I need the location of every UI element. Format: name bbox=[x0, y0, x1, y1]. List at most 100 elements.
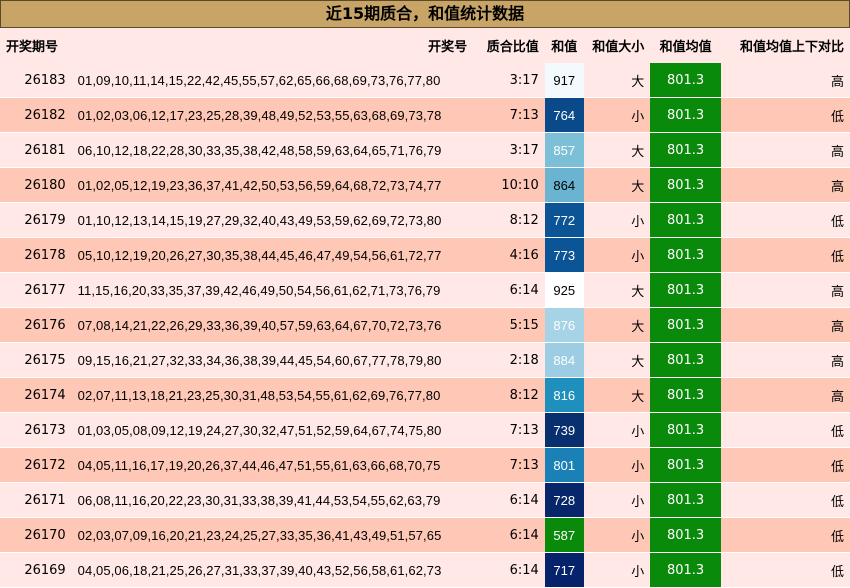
compare-cell: 高 bbox=[720, 377, 850, 413]
table-row: 26172 04,05,11,16,17,19,20,26,37,44,46,47… bbox=[0, 447, 850, 483]
ratio-cell: 7:13 bbox=[473, 97, 545, 133]
table-row: 26171 06,08,11,16,20,22,23,30,31,33,38,39… bbox=[0, 482, 850, 518]
table-row: 26174 02,07,11,13,18,21,23,25,30,31,48,53… bbox=[0, 377, 850, 413]
ratio-cell: 3:17 bbox=[473, 63, 545, 98]
header-average: 和值均值 bbox=[650, 28, 721, 63]
numbers-cell: 04,05,11,16,17,19,20,26,37,44,46,47,51,5… bbox=[71, 447, 474, 483]
compare-cell: 低 bbox=[720, 552, 850, 588]
sum-cell: 857 bbox=[544, 132, 584, 168]
numbers-cell: 02,03,07,09,16,20,21,23,24,25,27,33,35,3… bbox=[71, 517, 474, 553]
size-cell: 小 bbox=[583, 517, 651, 553]
compare-cell: 低 bbox=[720, 97, 850, 133]
issue-cell: 26180 bbox=[0, 167, 72, 203]
table-row: 26170 02,03,07,09,16,20,21,23,24,25,27,33… bbox=[0, 517, 850, 553]
size-cell: 小 bbox=[583, 482, 651, 518]
issue-cell: 26170 bbox=[0, 517, 72, 553]
numbers-cell: 02,07,11,13,18,21,23,25,30,31,48,53,54,5… bbox=[71, 377, 474, 413]
size-cell: 小 bbox=[583, 237, 651, 273]
table-row: 26175 09,15,16,21,27,32,33,34,36,38,39,44… bbox=[0, 342, 850, 378]
compare-cell: 高 bbox=[720, 342, 850, 378]
compare-cell: 高 bbox=[720, 63, 850, 98]
issue-cell: 26176 bbox=[0, 307, 72, 343]
header-size: 和值大小 bbox=[583, 28, 651, 63]
table-row: 26180 01,02,05,12,19,23,36,37,41,42,50,53… bbox=[0, 167, 850, 203]
average-cell: 801.3 bbox=[650, 272, 721, 308]
header-numbers: 开奖号 bbox=[71, 28, 474, 63]
compare-cell: 高 bbox=[720, 132, 850, 168]
table-row: 26183 01,09,10,11,14,15,22,42,45,55,57,62… bbox=[0, 63, 850, 98]
average-cell: 801.3 bbox=[650, 132, 721, 168]
compare-cell: 高 bbox=[720, 272, 850, 308]
sum-cell: 816 bbox=[544, 377, 584, 413]
average-cell: 801.3 bbox=[650, 237, 721, 273]
sum-cell: 773 bbox=[544, 237, 584, 273]
table-row: 26182 01,02,03,06,12,17,23,25,28,39,48,49… bbox=[0, 97, 850, 133]
ratio-cell: 5:15 bbox=[473, 307, 545, 343]
size-cell: 小 bbox=[583, 202, 651, 238]
compare-cell: 低 bbox=[720, 517, 850, 553]
issue-cell: 26171 bbox=[0, 482, 72, 518]
sum-cell: 717 bbox=[544, 552, 584, 588]
average-cell: 801.3 bbox=[650, 97, 721, 133]
numbers-cell: 06,10,12,18,22,28,30,33,35,38,42,48,58,5… bbox=[71, 132, 474, 168]
ratio-cell: 6:14 bbox=[473, 482, 545, 518]
table-row: 26169 04,05,06,18,21,25,26,27,31,33,37,39… bbox=[0, 552, 850, 588]
size-cell: 大 bbox=[583, 307, 651, 343]
compare-cell: 低 bbox=[720, 482, 850, 518]
average-cell: 801.3 bbox=[650, 307, 721, 343]
average-cell: 801.3 bbox=[650, 482, 721, 518]
header-row: 开奖期号 开奖号 质合比值 和值 和值大小 和值均值 和值均值上下对比 bbox=[0, 28, 850, 63]
size-cell: 小 bbox=[583, 412, 651, 448]
compare-cell: 低 bbox=[720, 202, 850, 238]
sum-cell: 728 bbox=[544, 482, 584, 518]
ratio-cell: 2:18 bbox=[473, 342, 545, 378]
size-cell: 大 bbox=[583, 272, 651, 308]
size-cell: 小 bbox=[583, 447, 651, 483]
numbers-cell: 01,10,12,13,14,15,19,27,29,32,40,43,49,5… bbox=[71, 202, 474, 238]
numbers-cell: 01,02,03,06,12,17,23,25,28,39,48,49,52,5… bbox=[71, 97, 474, 133]
average-cell: 801.3 bbox=[650, 377, 721, 413]
table-row: 26176 07,08,14,21,22,26,29,33,36,39,40,57… bbox=[0, 307, 850, 343]
issue-cell: 26178 bbox=[0, 237, 72, 273]
table-row: 26179 01,10,12,13,14,15,19,27,29,32,40,43… bbox=[0, 202, 850, 238]
issue-cell: 26169 bbox=[0, 552, 72, 588]
header-compare: 和值均值上下对比 bbox=[720, 28, 850, 63]
compare-cell: 高 bbox=[720, 307, 850, 343]
numbers-cell: 07,08,14,21,22,26,29,33,36,39,40,57,59,6… bbox=[71, 307, 474, 343]
issue-cell: 26177 bbox=[0, 272, 72, 308]
sum-cell: 739 bbox=[544, 412, 584, 448]
average-cell: 801.3 bbox=[650, 167, 721, 203]
size-cell: 大 bbox=[583, 167, 651, 203]
numbers-cell: 11,15,16,20,33,35,37,39,42,46,49,50,54,5… bbox=[71, 272, 474, 308]
ratio-cell: 6:14 bbox=[473, 552, 545, 588]
issue-cell: 26182 bbox=[0, 97, 72, 133]
header-sum: 和值 bbox=[544, 28, 584, 63]
sum-cell: 925 bbox=[544, 272, 584, 308]
ratio-cell: 8:12 bbox=[473, 377, 545, 413]
ratio-cell: 7:13 bbox=[473, 412, 545, 448]
size-cell: 大 bbox=[583, 63, 651, 98]
table-row: 26178 05,10,12,19,20,26,27,30,35,38,44,45… bbox=[0, 237, 850, 273]
average-cell: 801.3 bbox=[650, 552, 721, 588]
issue-cell: 26183 bbox=[0, 63, 72, 98]
ratio-cell: 4:16 bbox=[473, 237, 545, 273]
sum-cell: 587 bbox=[544, 517, 584, 553]
ratio-cell: 6:14 bbox=[473, 272, 545, 308]
table-row: 26173 01,03,05,08,09,12,19,24,27,30,32,47… bbox=[0, 412, 850, 448]
sum-cell: 876 bbox=[544, 307, 584, 343]
size-cell: 小 bbox=[583, 97, 651, 133]
ratio-cell: 6:14 bbox=[473, 517, 545, 553]
issue-cell: 26181 bbox=[0, 132, 72, 168]
compare-cell: 低 bbox=[720, 447, 850, 483]
sum-cell: 917 bbox=[544, 63, 584, 98]
numbers-cell: 01,03,05,08,09,12,19,24,27,30,32,47,51,5… bbox=[71, 412, 474, 448]
ratio-cell: 7:13 bbox=[473, 447, 545, 483]
header-ratio: 质合比值 bbox=[473, 28, 545, 63]
issue-cell: 26173 bbox=[0, 412, 72, 448]
table-title: 近15期质合，和值统计数据 bbox=[0, 0, 850, 28]
header-issue: 开奖期号 bbox=[0, 28, 72, 63]
sum-cell: 772 bbox=[544, 202, 584, 238]
average-cell: 801.3 bbox=[650, 447, 721, 483]
compare-cell: 低 bbox=[720, 237, 850, 273]
stats-table: 开奖期号 开奖号 质合比值 和值 和值大小 和值均值 和值均值上下对比 2618… bbox=[0, 28, 850, 588]
